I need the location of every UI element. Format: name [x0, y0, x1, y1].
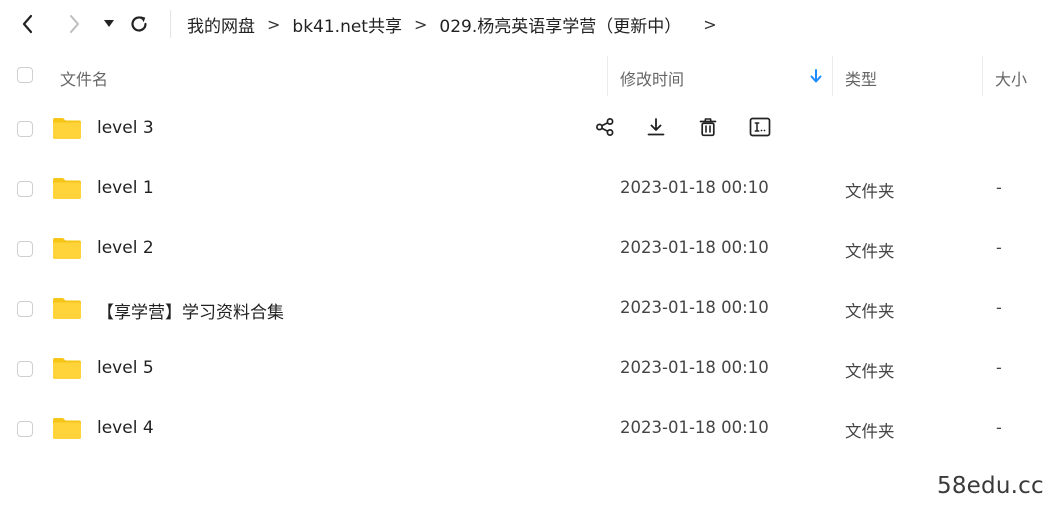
modified-time: 2023-01-18 00:10 [620, 238, 769, 257]
table-row[interactable]: level 5 2023-01-18 00:10 文件夹 - [0, 340, 1049, 400]
breadcrumb-item-root[interactable]: 我的网盘 [187, 12, 255, 37]
delete-icon [698, 117, 718, 137]
file-name[interactable]: level 5 [97, 358, 154, 378]
download-icon [646, 117, 666, 137]
chevron-right-icon [70, 15, 79, 33]
file-name[interactable]: level 4 [97, 418, 154, 438]
file-name[interactable]: level 1 [97, 178, 154, 198]
file-size: - [996, 358, 1002, 377]
column-divider [832, 56, 833, 96]
share-icon [595, 117, 615, 137]
table-row[interactable]: 【享学营】学习资料合集 2023-01-18 00:10 文件夹 - [0, 280, 1049, 340]
folder-icon [53, 118, 81, 139]
rename-button[interactable] [747, 114, 773, 140]
file-type: 文件夹 [845, 362, 895, 381]
column-header-modified[interactable]: 修改时间 [620, 66, 684, 90]
table-row[interactable]: level 4 2023-01-18 00:10 文件夹 - [0, 400, 1049, 460]
folder-icon [53, 418, 81, 439]
caret-down-icon [104, 20, 114, 27]
folder-icon [53, 238, 81, 259]
arrow-down-icon[interactable] [810, 69, 822, 83]
history-dropdown-button[interactable] [100, 10, 118, 38]
back-button[interactable] [16, 10, 40, 38]
file-type: 文件夹 [845, 182, 895, 201]
file-size: - [996, 238, 1002, 257]
file-size: - [996, 178, 1002, 197]
forward-button[interactable] [62, 10, 86, 38]
column-divider [607, 56, 608, 96]
modified-time: 2023-01-18 00:10 [620, 178, 769, 197]
folder-icon [53, 298, 81, 319]
table-row[interactable]: level 1 2023-01-18 00:10 文件夹 - [0, 160, 1049, 220]
file-type: 文件夹 [845, 302, 895, 321]
table-row[interactable]: level 2 2023-01-18 00:10 文件夹 - [0, 220, 1049, 280]
folder-icon [53, 358, 81, 379]
column-header-size[interactable]: 大小 [995, 66, 1027, 90]
breadcrumb-separator: > [413, 14, 428, 34]
rename-icon [749, 117, 771, 137]
row-checkbox[interactable] [17, 301, 33, 317]
column-header-type[interactable]: 类型 [845, 66, 877, 90]
file-name[interactable]: 【享学营】学习资料合集 [97, 298, 284, 323]
row-checkbox[interactable] [17, 121, 33, 137]
modified-time: 2023-01-18 00:10 [620, 358, 769, 377]
refresh-button[interactable] [126, 10, 152, 38]
breadcrumb-separator: > [267, 14, 281, 34]
row-checkbox[interactable] [17, 361, 33, 377]
file-type: 文件夹 [845, 422, 895, 441]
row-checkbox[interactable] [17, 241, 33, 257]
select-all-checkbox[interactable] [17, 67, 33, 83]
file-name[interactable]: level 3 [97, 118, 154, 138]
download-button[interactable] [643, 114, 669, 140]
breadcrumb-item-current[interactable]: 029.杨亮英语享学营（更新中） [439, 12, 681, 37]
refresh-icon [131, 16, 147, 32]
breadcrumb-expand[interactable]: > [703, 15, 716, 34]
file-size: - [996, 418, 1002, 437]
table-row[interactable]: level 3 [0, 100, 1049, 160]
folder-icon [53, 178, 81, 199]
column-divider [982, 56, 983, 96]
file-type: 文件夹 [845, 242, 895, 261]
watermark-text: 58edu.cc [937, 473, 1044, 499]
file-size: - [996, 298, 1002, 317]
row-checkbox[interactable] [17, 421, 33, 437]
modified-time: 2023-01-18 00:10 [620, 418, 769, 437]
breadcrumb: 我的网盘 > bk41.net共享 > 029.杨亮英语享学营（更新中） > [187, 11, 717, 37]
row-checkbox[interactable] [17, 181, 33, 197]
chevron-left-icon [22, 14, 33, 34]
modified-time: 2023-01-18 00:10 [620, 298, 769, 317]
share-button[interactable] [592, 114, 618, 140]
column-header-name[interactable]: 文件名 [60, 66, 108, 90]
table-header [0, 52, 1049, 98]
navigation-bar: 我的网盘 > bk41.net共享 > 029.杨亮英语享学营（更新中） > [0, 0, 1049, 48]
nav-divider [170, 10, 171, 38]
breadcrumb-item-share[interactable]: bk41.net共享 [292, 12, 402, 37]
file-name[interactable]: level 2 [97, 238, 154, 258]
delete-button[interactable] [695, 114, 721, 140]
